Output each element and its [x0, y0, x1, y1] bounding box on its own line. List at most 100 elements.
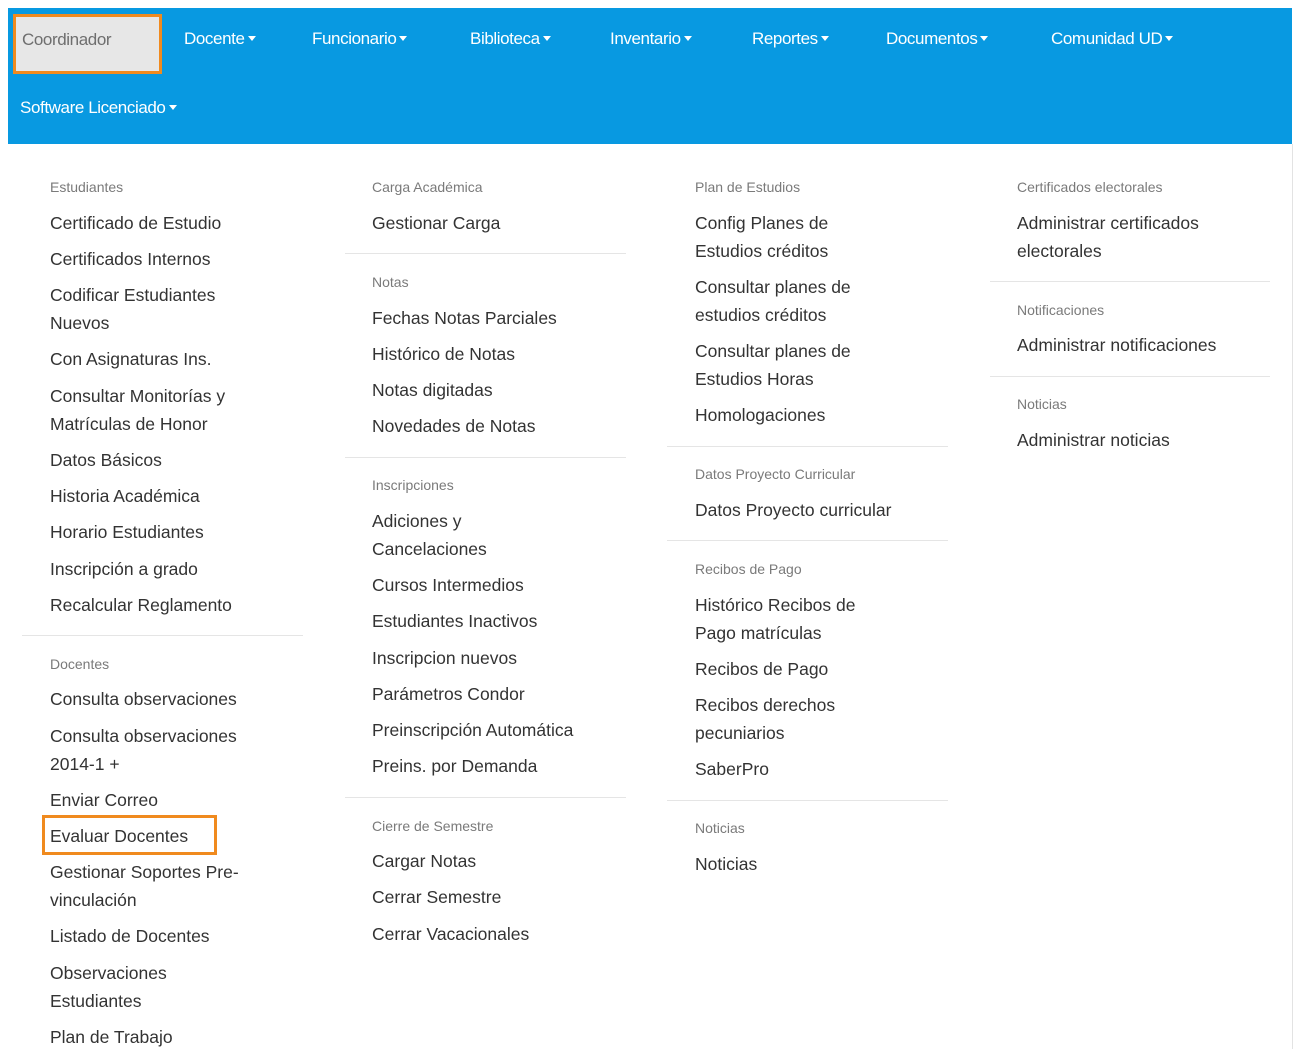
nav-software-licenciado[interactable]: Software Licenciado [20, 98, 177, 118]
menu-divider [990, 281, 1270, 282]
nav-comunidad-ud[interactable]: Comunidad UD [1051, 29, 1174, 49]
menu-item-adiciones[interactable]: Adiciones y [372, 507, 462, 535]
nav-inventario[interactable]: Inventario [610, 29, 692, 49]
caret-down-icon [1165, 36, 1174, 42]
menu-item-recibos-pago[interactable]: Recibos de Pago [695, 655, 828, 683]
menu-item-historia-academica[interactable]: Historia Académica [50, 482, 200, 510]
menu-header-estudiantes: Estudiantes [50, 179, 124, 195]
nav-funcionario[interactable]: Funcionario [312, 29, 408, 49]
menu-divider [345, 797, 626, 798]
menu-item-horario-estudiantes[interactable]: Horario Estudiantes [50, 518, 204, 546]
menu-item-certificado-estudio[interactable]: Certificado de Estudio [50, 209, 221, 237]
menu-item-observaciones-estudiantes[interactable]: Observaciones [50, 959, 167, 987]
menu-item-config-planes-cont[interactable]: Estudios créditos [695, 237, 828, 265]
menu-item-consultar-planes-creditos[interactable]: Consultar planes de [695, 273, 851, 301]
nav-comunidad-label: Comunidad UD [1051, 29, 1163, 48]
nav-coordinador[interactable]: Coordinador [13, 14, 162, 74]
menu-item-config-planes[interactable]: Config Planes de [695, 209, 828, 237]
menu-header-cierre-semestre: Cierre de Semestre [372, 818, 494, 834]
menu-header-noticias: Noticias [695, 820, 745, 836]
menu-item-recibos-derechos-cont[interactable]: pecuniarios [695, 719, 785, 747]
menu-divider [345, 253, 626, 254]
menu-item-consultar-planes-horas[interactable]: Consultar planes de [695, 337, 851, 365]
menu-item-fechas-notas[interactable]: Fechas Notas Parciales [372, 304, 557, 332]
menu-item-datos-proyecto[interactable]: Datos Proyecto curricular [695, 496, 891, 524]
nav-documentos-label: Documentos [886, 29, 978, 48]
menu-item-cerrar-vacacionales[interactable]: Cerrar Vacacionales [372, 920, 529, 948]
menu-item-administrar-certificados[interactable]: Administrar certificados [1017, 209, 1199, 237]
menu-item-homologaciones[interactable]: Homologaciones [695, 401, 825, 429]
nav-documentos[interactable]: Documentos [886, 29, 989, 49]
menu-item-noticias[interactable]: Noticias [695, 850, 757, 878]
menu-item-enviar-correo[interactable]: Enviar Correo [50, 786, 158, 814]
menu-item-observaciones-estudiantes-cont[interactable]: Estudiantes [50, 987, 141, 1015]
menu-header-notificaciones: Notificaciones [1017, 302, 1105, 318]
menu-item-preinscripcion-automatica[interactable]: Preinscripción Automática [372, 716, 573, 744]
nav-docente-label: Docente [184, 29, 245, 48]
menu-item-adiciones-cont[interactable]: Cancelaciones [372, 535, 487, 563]
menu-item-novedades-notas[interactable]: Novedades de Notas [372, 412, 535, 440]
menu-item-consulta-observaciones[interactable]: Consulta observaciones [50, 685, 237, 713]
menu-item-recibos-derechos[interactable]: Recibos derechos [695, 691, 835, 719]
menu-item-preins-demanda[interactable]: Preins. por Demanda [372, 752, 537, 780]
menu-item-consulta-observaciones-2014[interactable]: Consulta observaciones [50, 722, 237, 750]
menu-item-administrar-noticias[interactable]: Administrar noticias [1017, 426, 1170, 454]
caret-down-icon [820, 36, 829, 42]
menu-item-codificar-estudiantes[interactable]: Codificar Estudiantes [50, 281, 215, 309]
menu-header-inscripciones: Inscripciones [372, 477, 454, 493]
menu-item-historico-notas[interactable]: Histórico de Notas [372, 340, 515, 368]
menu-item-cargar-notas[interactable]: Cargar Notas [372, 847, 476, 875]
menu-divider [990, 376, 1270, 377]
nav-biblioteca[interactable]: Biblioteca [470, 29, 551, 49]
menu-item-historico-recibos[interactable]: Histórico Recibos de [695, 591, 855, 619]
nav-reportes[interactable]: Reportes [752, 29, 829, 49]
nav-docente[interactable]: Docente [184, 29, 256, 49]
caret-down-icon [399, 36, 408, 42]
menu-item-saberpro[interactable]: SaberPro [695, 755, 769, 783]
caret-down-icon [980, 36, 989, 42]
menu-item-historico-recibos-cont[interactable]: Pago matrículas [695, 619, 821, 647]
menu-item-con-asignaturas[interactable]: Con Asignaturas Ins. [50, 345, 211, 373]
caret-down-icon [168, 105, 177, 111]
menu-item-consultar-monitorias-cont[interactable]: Matrículas de Honor [50, 410, 208, 438]
menu-header-plan-estudios: Plan de Estudios [695, 179, 801, 195]
menu-item-estudiantes-inactivos[interactable]: Estudiantes Inactivos [372, 607, 537, 635]
menu-item-administrar-certificados-cont[interactable]: electorales [1017, 237, 1102, 265]
menu-header-noticias-2: Noticias [1017, 396, 1067, 412]
menu-item-gestionar-soportes[interactable]: Gestionar Soportes Pre- [50, 858, 239, 886]
nav-software-label: Software Licenciado [20, 98, 166, 117]
menu-item-certificados-internos[interactable]: Certificados Internos [50, 245, 211, 273]
menu-item-datos-basicos[interactable]: Datos Básicos [50, 446, 162, 474]
nav-reportes-label: Reportes [752, 29, 818, 48]
caret-down-icon [542, 36, 551, 42]
menu-header-docentes: Docentes [50, 656, 110, 672]
menu-divider [667, 446, 948, 447]
menu-item-consulta-observaciones-2014-cont[interactable]: 2014-1 + [50, 750, 120, 778]
menu-item-consultar-monitorias[interactable]: Consultar Monitorías y [50, 382, 225, 410]
menu-divider [667, 540, 948, 541]
menu-item-consultar-planes-horas-cont[interactable]: Estudios Horas [695, 365, 814, 393]
menu-item-inscripcion-nuevos[interactable]: Inscripcion nuevos [372, 644, 517, 672]
nav-coordinador-label: Coordinador [22, 30, 112, 49]
nav-inventario-label: Inventario [610, 29, 681, 48]
menu-header-datos-proyecto: Datos Proyecto Curricular [695, 466, 856, 482]
menu-divider [345, 457, 626, 458]
menu-item-inscripcion-grado[interactable]: Inscripción a grado [50, 555, 198, 583]
menu-item-notas-digitadas[interactable]: Notas digitadas [372, 376, 493, 404]
menu-item-administrar-notificaciones[interactable]: Administrar notificaciones [1017, 331, 1216, 359]
menu-header-notas: Notas [372, 274, 409, 290]
menu-item-gestionar-carga[interactable]: Gestionar Carga [372, 209, 500, 237]
menu-item-plan-trabajo[interactable]: Plan de Trabajo [50, 1023, 173, 1051]
menu-item-listado-docentes[interactable]: Listado de Docentes [50, 922, 210, 950]
menu-item-recalcular-reglamento[interactable]: Recalcular Reglamento [50, 591, 232, 619]
nav-funcionario-label: Funcionario [312, 29, 397, 48]
caret-down-icon [114, 37, 123, 43]
menu-item-codificar-estudiantes-cont[interactable]: Nuevos [50, 309, 109, 337]
menu-item-evaluar-docentes[interactable]: Evaluar Docentes [50, 822, 188, 850]
menu-item-cursos-intermedios[interactable]: Cursos Intermedios [372, 571, 524, 599]
menu-item-consultar-planes-creditos-cont[interactable]: estudios créditos [695, 301, 826, 329]
menu-item-cerrar-semestre[interactable]: Cerrar Semestre [372, 883, 501, 911]
menu-item-parametros-condor[interactable]: Parámetros Condor [372, 680, 525, 708]
menu-item-gestionar-soportes-cont[interactable]: vinculación [50, 886, 137, 914]
caret-down-icon [683, 36, 692, 42]
